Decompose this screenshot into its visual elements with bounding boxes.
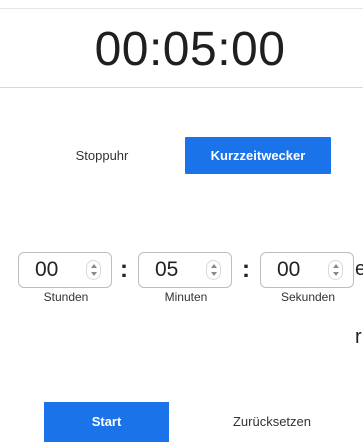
hours-label: Stunden <box>43 290 89 304</box>
clipped-text-fragment: r <box>355 326 362 348</box>
chevron-up-icon[interactable] <box>211 264 217 268</box>
minutes-up-down-icon[interactable] <box>206 260 221 280</box>
display-divider <box>0 87 363 88</box>
hours-value[interactable]: 00 <box>35 253 58 287</box>
hours-up-down-icon[interactable] <box>86 260 101 280</box>
seconds-value[interactable]: 00 <box>277 253 300 287</box>
clipped-text-fragment: e <box>355 258 363 280</box>
seconds-spinner[interactable]: 00 <box>260 252 354 288</box>
hours-minutes-separator: : <box>120 256 128 283</box>
reset-button[interactable]: Zurücksetzen <box>207 402 337 442</box>
chevron-down-icon[interactable] <box>211 272 217 276</box>
minutes-spinner[interactable]: 05 <box>138 252 232 288</box>
timer-tab-button[interactable]: Kurzzeitwecker <box>185 137 331 174</box>
chevron-up-icon[interactable] <box>91 264 97 268</box>
seconds-label: Sekunden <box>280 290 336 304</box>
minutes-seconds-separator: : <box>242 256 250 283</box>
seconds-up-down-icon[interactable] <box>328 260 343 280</box>
chevron-down-icon[interactable] <box>333 272 339 276</box>
minutes-label: Minuten <box>164 290 208 304</box>
minutes-value[interactable]: 05 <box>155 253 178 287</box>
chevron-down-icon[interactable] <box>91 272 97 276</box>
start-button[interactable]: Start <box>44 402 169 442</box>
stopwatch-tab-button[interactable]: Stoppuhr <box>50 137 154 174</box>
hours-spinner[interactable]: 00 <box>18 252 112 288</box>
time-display: 00:05:00 <box>94 23 286 76</box>
top-divider <box>0 8 363 9</box>
chevron-up-icon[interactable] <box>333 264 339 268</box>
